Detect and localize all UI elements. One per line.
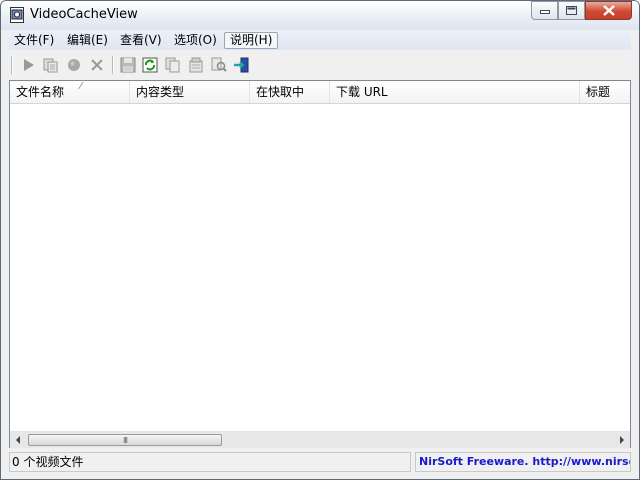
refresh-icon <box>142 57 158 73</box>
refresh-button[interactable] <box>140 55 160 75</box>
copy-files-button[interactable] <box>41 55 61 75</box>
scroll-right-button[interactable] <box>614 432 630 448</box>
menu-view[interactable]: 查看(V) <box>115 32 167 49</box>
menu-options[interactable]: 选项(O) <box>169 32 222 49</box>
copy-files-icon <box>43 58 58 73</box>
close-button[interactable] <box>585 1 632 20</box>
title-bar[interactable]: VideoCacheView <box>1 1 639 30</box>
menu-help[interactable]: 说明(H) <box>224 32 279 49</box>
copy-icon <box>165 57 180 73</box>
maximize-button[interactable] <box>558 1 585 20</box>
column-content-type[interactable]: 内容类型 <box>130 81 250 103</box>
nirsoft-link[interactable]: NirSoft Freeware. http://www.nirsoft.net <box>415 452 631 472</box>
menu-file[interactable]: 文件(F) <box>9 32 59 49</box>
window-title: VideoCacheView <box>30 7 138 22</box>
close-icon <box>602 5 615 16</box>
arrow-right-icon <box>620 436 624 444</box>
column-title[interactable]: 标题 <box>580 81 630 103</box>
find-button[interactable] <box>209 55 229 75</box>
save-icon <box>120 57 136 73</box>
menu-edit[interactable]: 编辑(E) <box>62 32 113 49</box>
record-icon <box>68 59 80 71</box>
play-icon <box>24 59 34 71</box>
sort-indicator: ⁄ <box>80 81 82 92</box>
toolbar-separator <box>112 56 114 74</box>
file-list[interactable]: 文件名称 ⁄ 内容类型 在快取中 下载 URL 标题 III <box>9 80 631 448</box>
arrow-left-icon <box>16 436 20 444</box>
toolbar-separator <box>11 56 13 74</box>
copy-button[interactable] <box>163 55 183 75</box>
status-file-count: 0 个视频文件 <box>9 452 411 472</box>
minimize-button[interactable] <box>531 1 558 20</box>
exit-icon <box>234 57 249 73</box>
menu-bar: 文件(F) 编辑(E) 查看(V) 选项(O) 说明(H) <box>9 31 631 50</box>
save-button[interactable] <box>118 55 138 75</box>
app-window: VideoCacheView 文件(F) 编辑(E) 查看(V) 选项(O) 说… <box>0 0 640 480</box>
scrollbar-thumb[interactable]: III <box>28 434 222 446</box>
play-button[interactable] <box>18 55 38 75</box>
horizontal-scrollbar[interactable]: III <box>10 431 630 448</box>
list-header: 文件名称 ⁄ 内容类型 在快取中 下载 URL 标题 <box>10 81 630 104</box>
delete-icon <box>91 59 103 71</box>
exit-button[interactable] <box>232 55 252 75</box>
app-icon <box>10 7 24 23</box>
find-icon <box>211 57 227 72</box>
column-filename[interactable]: 文件名称 <box>10 81 130 103</box>
scroll-left-button[interactable] <box>10 432 26 448</box>
minimize-icon <box>539 9 550 14</box>
record-button[interactable] <box>64 55 84 75</box>
maximize-icon <box>566 6 577 15</box>
delete-button[interactable] <box>87 55 107 75</box>
column-download-url[interactable]: 下载 URL <box>330 81 580 103</box>
status-bar: 0 个视频文件 NirSoft Freeware. http://www.nir… <box>9 452 631 474</box>
properties-button[interactable] <box>186 55 206 75</box>
column-in-cache[interactable]: 在快取中 <box>250 81 330 103</box>
toolbar <box>9 52 631 78</box>
properties-icon <box>189 57 203 73</box>
scrollbar-grip: III <box>122 435 128 445</box>
